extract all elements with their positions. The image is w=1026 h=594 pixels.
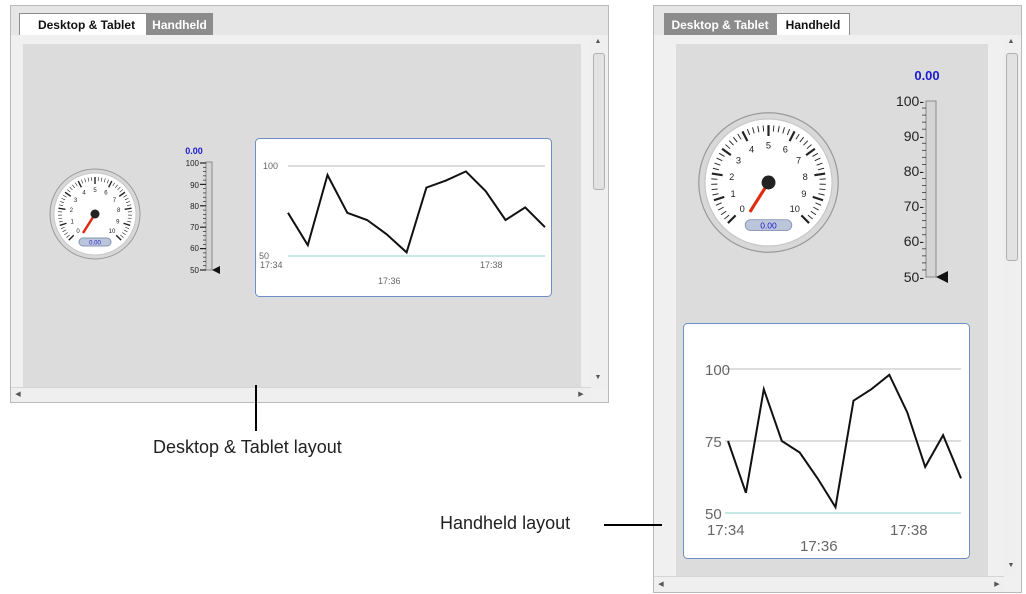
line-chart: 100 50 17:34 17:38 17:36 [255, 138, 552, 297]
scroll-down-arrow[interactable]: ▼ [1006, 562, 1016, 569]
thermometer-widget: 0.00 100- 90- 80- 70- 60- 50- [896, 68, 948, 285]
chart-y-tick: 75 [705, 434, 722, 451]
tab-handheld[interactable]: Handheld [776, 13, 850, 35]
thermometer-marker [936, 271, 948, 283]
gauge-value: 0.00 [760, 221, 777, 231]
gauge-tick-label: 2 [729, 172, 734, 182]
tab-desktop-tablet[interactable]: Desktop & Tablet [664, 13, 776, 35]
thermometer-tick-label: 50- [904, 269, 925, 285]
gauge-tick-label: 7 [796, 156, 801, 166]
thermometer-tick-label: 80- [904, 163, 925, 179]
gauge-tick-label: 5 [766, 140, 771, 150]
gauge-tick-label: 4 [749, 144, 754, 154]
vertical-scrollbar[interactable]: ▲ ▼ [1003, 36, 1020, 576]
thermometer-tube [925, 100, 937, 278]
handheld-caption-leader [604, 524, 662, 526]
thermometer-tick-label: 70- [904, 198, 925, 214]
gauge-tick-label: 0 [740, 204, 745, 214]
thermometer-tick-label: 60- [904, 233, 925, 249]
handheld-layout-canvas: 0 1 2 3 4 5 6 7 8 9 10 0.00 0.00 100- 90- 80- 70- … [676, 44, 988, 576]
scroll-right-arrow[interactable]: ▶ [992, 580, 1002, 588]
scroll-right-arrow[interactable]: ▶ [576, 390, 586, 398]
thermometer-tick-label: 90- [904, 128, 925, 144]
scrollbar-thumb[interactable] [1006, 53, 1018, 261]
scrollbar-thumb[interactable] [593, 53, 605, 190]
thermometer-tick-label: 60 [190, 244, 199, 253]
gauge-widget: 01 234 5 678 910 0.00 [698, 112, 839, 253]
chart-x-tick: 17:34 [707, 522, 745, 539]
gauge-tick-label: 8 [803, 172, 808, 182]
handheld-tab-bar: Desktop & Tablet Handheld [654, 6, 1021, 35]
thermometer-tick-label: 80 [190, 202, 199, 211]
thermometer-value: 0.00 [914, 68, 939, 83]
chart-x-tick: 17:38 [890, 522, 928, 539]
gauge-hub [761, 175, 776, 190]
gauge-minor-tick [762, 125, 765, 132]
desktop-tablet-panel: Desktop & Tablet Handheld 0 1 2 3 4 5 6 7 8 9 10 0… [10, 5, 609, 403]
gauge-tick-label: 3 [736, 156, 741, 166]
scroll-up-arrow[interactable]: ▲ [1006, 38, 1016, 45]
gauge-tick-label: 10 [790, 204, 800, 214]
desktop-tab-bar: Desktop & Tablet Handheld [11, 6, 608, 35]
horizontal-scrollbar[interactable]: ◀ ▶ [11, 387, 591, 402]
thermometer-widget: 0.00 100 90 80 70 60 50 [185, 146, 220, 275]
gauge-tick-label: 10 [109, 229, 116, 235]
thermometer-tick-label: 70 [190, 223, 199, 232]
chart-y-tick: 50 [705, 506, 722, 523]
gauge-tick-label: 6 [783, 144, 788, 154]
gauge-tick-label: 1 [731, 189, 736, 199]
tab-handheld[interactable]: Handheld [146, 13, 213, 35]
thermometer-tick-label: 50 [190, 266, 199, 275]
handheld-layout-caption: Handheld layout [440, 513, 571, 533]
gauge-minor-tick [772, 125, 775, 132]
desktop-layout-canvas: 0 1 2 3 4 5 6 7 8 9 10 0.00 0.00 100 90 80 70 60 5… [23, 44, 581, 387]
chart-x-tick: 17:38 [480, 260, 503, 270]
chart-x-tick: 17:36 [378, 276, 401, 286]
thermometer-tube [205, 161, 213, 271]
vertical-scrollbar[interactable]: ▲ ▼ [590, 36, 607, 388]
gauge-value: 0.00 [89, 241, 101, 247]
scroll-left-arrow[interactable]: ◀ [656, 580, 666, 588]
chart-y-tick: 100 [705, 362, 730, 379]
scroll-up-arrow[interactable]: ▲ [593, 38, 603, 45]
gauge-hub [90, 209, 100, 219]
desktop-layout-caption: Desktop & Tablet layout [153, 437, 342, 457]
gauge-widget: 01234 5 678910 0.00 [49, 168, 141, 260]
thermometer-tick-label: 100 [186, 159, 200, 168]
handheld-panel: Desktop & Tablet Handheld 0 1 2 3 4 5 6 7 8 9 10 0… [653, 5, 1022, 593]
chart-y-tick: 100 [263, 161, 278, 171]
chart-x-tick: 17:36 [800, 538, 838, 555]
tab-desktop-tablet[interactable]: Desktop & Tablet [19, 13, 154, 35]
desktop-caption-leader [255, 385, 257, 431]
chart-x-tick: 17:34 [260, 260, 283, 270]
scroll-left-arrow[interactable]: ◀ [13, 390, 23, 398]
thermometer-tick-label: 100- [896, 93, 924, 109]
thermometer-tick-label: 90 [190, 181, 199, 190]
thermometer-marker [212, 266, 220, 274]
scroll-down-arrow[interactable]: ▼ [593, 374, 603, 381]
gauge-tick-label: 9 [801, 189, 806, 199]
line-chart: 100 75 50 17:34 17:38 17:36 [683, 323, 970, 559]
thermometer-value: 0.00 [185, 146, 203, 156]
horizontal-scrollbar[interactable]: ◀ ▶ [654, 576, 1004, 592]
